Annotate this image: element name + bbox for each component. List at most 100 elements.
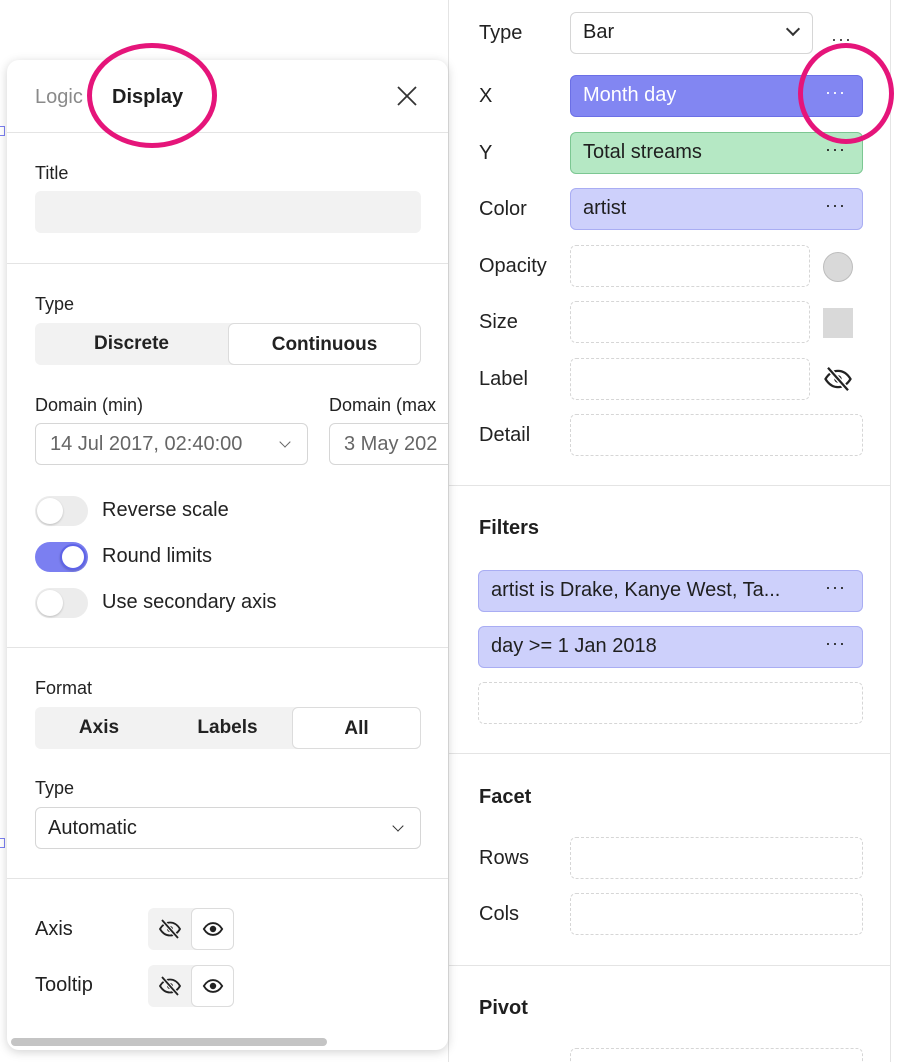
scale-type-segmented: Discrete Continuous [35, 323, 421, 365]
close-icon[interactable] [395, 84, 419, 108]
cols-label: Cols [479, 903, 520, 925]
color-label: Color [479, 198, 527, 220]
title-label: Title [35, 163, 69, 183]
panel-divider [7, 132, 448, 133]
opacity-label: Opacity [479, 255, 547, 277]
filter-text: day >= 1 Jan 2018 [491, 635, 657, 657]
tooltip-show-button[interactable] [191, 965, 234, 1007]
x-field-value: Month day [583, 84, 677, 106]
filter-more-button[interactable]: ··· [825, 577, 846, 598]
tooltip-hide-button[interactable] [148, 965, 191, 1007]
chart-type-value: Bar [583, 21, 615, 43]
size-drop-zone[interactable] [570, 301, 810, 343]
toggle-knob [60, 544, 86, 570]
scale-type-continuous[interactable]: Continuous [228, 323, 421, 365]
eye-off-icon[interactable] [823, 364, 853, 394]
section-divider [449, 965, 890, 966]
encoding-panel: Type Bar ··· X Month day ··· Y Total str… [448, 0, 891, 1062]
format-axis[interactable]: Axis [35, 707, 163, 749]
edge-marker [0, 838, 5, 848]
panel-divider [7, 263, 448, 264]
label-label: Label [479, 368, 528, 390]
encoding-color-row: Color artist ··· [449, 188, 890, 232]
tooltip-visibility-toggle [148, 965, 234, 1007]
facet-rows-row: Rows [449, 837, 890, 881]
scale-type-discrete[interactable]: Discrete [35, 323, 228, 365]
size-swatch[interactable] [823, 308, 853, 338]
edge-marker [0, 126, 5, 136]
y-label: Y [479, 142, 493, 164]
section-divider [449, 485, 890, 486]
domain-max-select[interactable]: 3 May 202 [329, 423, 448, 465]
axis-hide-button[interactable] [148, 908, 191, 950]
format-labels[interactable]: Labels [163, 707, 292, 749]
type-label: Type [479, 22, 523, 44]
filter-drop-zone[interactable] [478, 682, 863, 724]
cols-drop-zone[interactable] [570, 893, 863, 935]
reverse-scale-toggle[interactable] [35, 496, 88, 526]
size-label: Size [479, 311, 518, 333]
chevron-down-icon [785, 21, 801, 37]
facet-title: Facet [479, 786, 532, 808]
eye-off-icon [158, 975, 181, 997]
eye-off-icon [158, 918, 181, 940]
opacity-swatch[interactable] [823, 252, 853, 282]
color-field-pill[interactable]: artist ··· [570, 188, 863, 230]
toggle-knob [37, 498, 63, 524]
panel-divider [7, 878, 448, 879]
axis-visibility-label: Axis [35, 918, 73, 940]
y-field-value: Total streams [583, 141, 702, 163]
tooltip-visibility-label: Tooltip [35, 974, 93, 996]
domain-max-value: 3 May 202 [344, 433, 438, 455]
filter-more-button[interactable]: ··· [825, 633, 846, 654]
scale-type-label: Type [35, 294, 75, 314]
filters-title: Filters [479, 517, 540, 539]
axis-show-button[interactable] [191, 908, 234, 950]
label-drop-zone[interactable] [570, 358, 810, 400]
secondary-axis-label: Use secondary axis [102, 591, 277, 613]
secondary-axis-toggle[interactable] [35, 588, 88, 618]
chart-type-select[interactable]: Bar [570, 12, 813, 54]
filter-pill[interactable]: day >= 1 Jan 2018 ··· [478, 626, 863, 668]
horizontal-scrollbar[interactable] [11, 1038, 327, 1046]
x-label: X [479, 85, 493, 107]
tab-logic[interactable]: Logic [35, 86, 83, 109]
format-all[interactable]: All [292, 707, 421, 749]
domain-min-value: 14 Jul 2017, 02:40:00 [50, 433, 243, 455]
domain-min-select[interactable]: 14 Jul 2017, 02:40:00 [35, 423, 308, 465]
title-input[interactable] [35, 191, 421, 233]
pivot-title: Pivot [479, 997, 528, 1019]
detail-label: Detail [479, 424, 531, 446]
detail-drop-zone[interactable] [570, 414, 863, 456]
encoding-detail-row: Detail [449, 414, 890, 458]
display-settings-panel: Logic Display Title Type Discrete Contin… [7, 60, 448, 1050]
domain-max-label: Domain (max [329, 395, 437, 415]
highlight-ring [798, 43, 894, 144]
format-segmented: Axis Labels All [35, 707, 421, 749]
color-more-button[interactable]: ··· [825, 195, 846, 216]
highlight-ring [87, 43, 217, 148]
facet-cols-row: Cols [449, 893, 890, 937]
rows-label: Rows [479, 847, 530, 869]
format-type-value: Automatic [48, 817, 137, 839]
format-label: Format [35, 678, 93, 698]
pivot-drop-zone[interactable] [570, 1048, 863, 1062]
y-field-pill[interactable]: Total streams ··· [570, 132, 863, 174]
chevron-down-icon [392, 820, 404, 832]
reverse-scale-label: Reverse scale [102, 499, 229, 521]
eye-icon [202, 922, 223, 936]
filter-pill[interactable]: artist is Drake, Kanye West, Ta... ··· [478, 570, 863, 612]
axis-visibility-toggle [148, 908, 234, 950]
chevron-down-icon [279, 436, 291, 448]
round-limits-label: Round limits [102, 545, 213, 567]
round-limits-toggle[interactable] [35, 542, 88, 572]
panel-divider [7, 647, 448, 648]
rows-drop-zone[interactable] [570, 837, 863, 879]
format-type-select[interactable]: Automatic [35, 807, 421, 849]
format-type-label: Type [35, 778, 75, 798]
color-field-value: artist [583, 197, 627, 219]
section-divider [449, 753, 890, 754]
opacity-drop-zone[interactable] [570, 245, 810, 287]
eye-icon [202, 979, 223, 993]
filter-text: artist is Drake, Kanye West, Ta... [491, 579, 781, 601]
